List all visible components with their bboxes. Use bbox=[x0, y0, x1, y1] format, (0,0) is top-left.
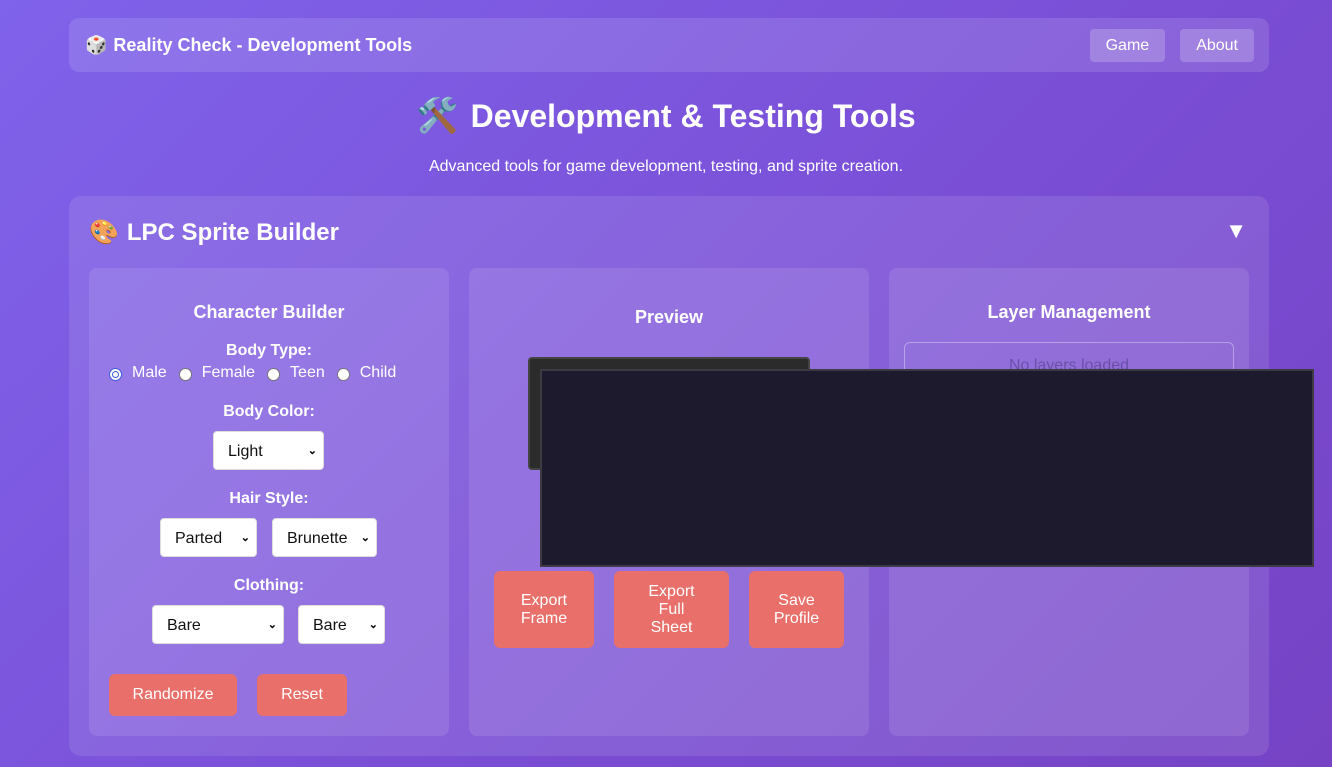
top-navbar: 🎲 Reality Check - Development Tools Game… bbox=[69, 18, 1269, 72]
character-builder-card: Character Builder Body Type: Male Female… bbox=[89, 268, 449, 736]
chevron-down-icon: ⌄ bbox=[360, 532, 370, 544]
radio-child-label: Child bbox=[359, 364, 397, 381]
layer-management-title: Layer Management bbox=[987, 302, 1151, 322]
clothing-top-value: Bare bbox=[167, 617, 201, 634]
body-type-teen[interactable]: Teen bbox=[267, 364, 325, 382]
palette-icon: 🎨 bbox=[89, 219, 119, 246]
export-full-sheet-button[interactable]: Export Full Sheet bbox=[614, 571, 729, 648]
sprite-builder-title-text: LPC Sprite Builder bbox=[126, 218, 339, 246]
body-type-child[interactable]: Child bbox=[336, 364, 397, 382]
radio-male-label: Male bbox=[132, 364, 167, 381]
save-profile-button[interactable]: Save Profile bbox=[749, 571, 844, 648]
radio-teen[interactable] bbox=[267, 368, 281, 381]
page-header: 🛠️ Development & Testing Tools Advanced … bbox=[0, 96, 1332, 176]
randomize-button[interactable]: Randomize bbox=[109, 674, 237, 716]
chevron-down-icon: ⌄ bbox=[240, 532, 250, 544]
hair-style-label: Hair Style: bbox=[229, 490, 309, 507]
chevron-down-icon: ⌄ bbox=[307, 445, 317, 457]
radio-female[interactable] bbox=[178, 368, 192, 381]
body-color-select[interactable]: Light ⌄ bbox=[213, 431, 324, 470]
overlay-panel bbox=[540, 369, 1314, 567]
hair-style-value: Parted bbox=[175, 530, 223, 547]
body-color-label: Body Color: bbox=[223, 403, 315, 420]
clothing-top-select[interactable]: Bare ⌄ bbox=[152, 605, 284, 644]
preview-title: Preview bbox=[634, 307, 704, 327]
export-frame-button[interactable]: Export Frame bbox=[494, 571, 594, 648]
sprite-builder-title: 🎨 LPC Sprite Builder bbox=[89, 218, 339, 247]
clothing-label: Clothing: bbox=[233, 577, 305, 594]
collapse-toggle-icon[interactable]: ▼ bbox=[1225, 218, 1247, 244]
page-title-text: Development & Testing Tools bbox=[470, 97, 916, 134]
radio-female-label: Female bbox=[201, 364, 256, 381]
body-type-label: Body Type: bbox=[226, 342, 312, 359]
nav-link-game[interactable]: Game bbox=[1089, 28, 1166, 62]
radio-male[interactable] bbox=[109, 368, 122, 381]
chevron-down-icon: ⌄ bbox=[267, 619, 277, 631]
reset-button[interactable]: Reset bbox=[257, 674, 347, 716]
radio-child[interactable] bbox=[336, 368, 350, 381]
clothing-bottom-value: Bare bbox=[313, 617, 347, 634]
hammer-wrench-icon: 🛠️ bbox=[416, 97, 459, 135]
character-builder-title: Character Builder bbox=[193, 302, 345, 322]
brand-title: Reality Check - Development Tools bbox=[113, 34, 413, 55]
hair-color-value: Brunette bbox=[287, 530, 348, 547]
dice-icon: 🎲 bbox=[85, 34, 108, 55]
chevron-down-icon: ⌄ bbox=[368, 619, 378, 631]
radio-teen-label: Teen bbox=[290, 364, 325, 381]
body-type-female[interactable]: Female bbox=[178, 364, 256, 382]
body-color-value: Light bbox=[228, 443, 263, 460]
hair-color-select[interactable]: Brunette ⌄ bbox=[272, 518, 377, 557]
nav-links: Game About bbox=[1089, 28, 1254, 62]
hair-style-select[interactable]: Parted ⌄ bbox=[160, 518, 257, 557]
body-type-radios: Male Female Teen Child bbox=[109, 364, 396, 382]
body-type-male[interactable]: Male bbox=[109, 364, 167, 382]
page-subtitle: Advanced tools for game development, tes… bbox=[428, 158, 904, 175]
brand[interactable]: 🎲 Reality Check - Development Tools bbox=[85, 35, 412, 56]
page-title: 🛠️ Development & Testing Tools bbox=[0, 96, 1332, 136]
nav-link-about[interactable]: About bbox=[1180, 28, 1254, 62]
clothing-bottom-select[interactable]: Bare ⌄ bbox=[298, 605, 385, 644]
